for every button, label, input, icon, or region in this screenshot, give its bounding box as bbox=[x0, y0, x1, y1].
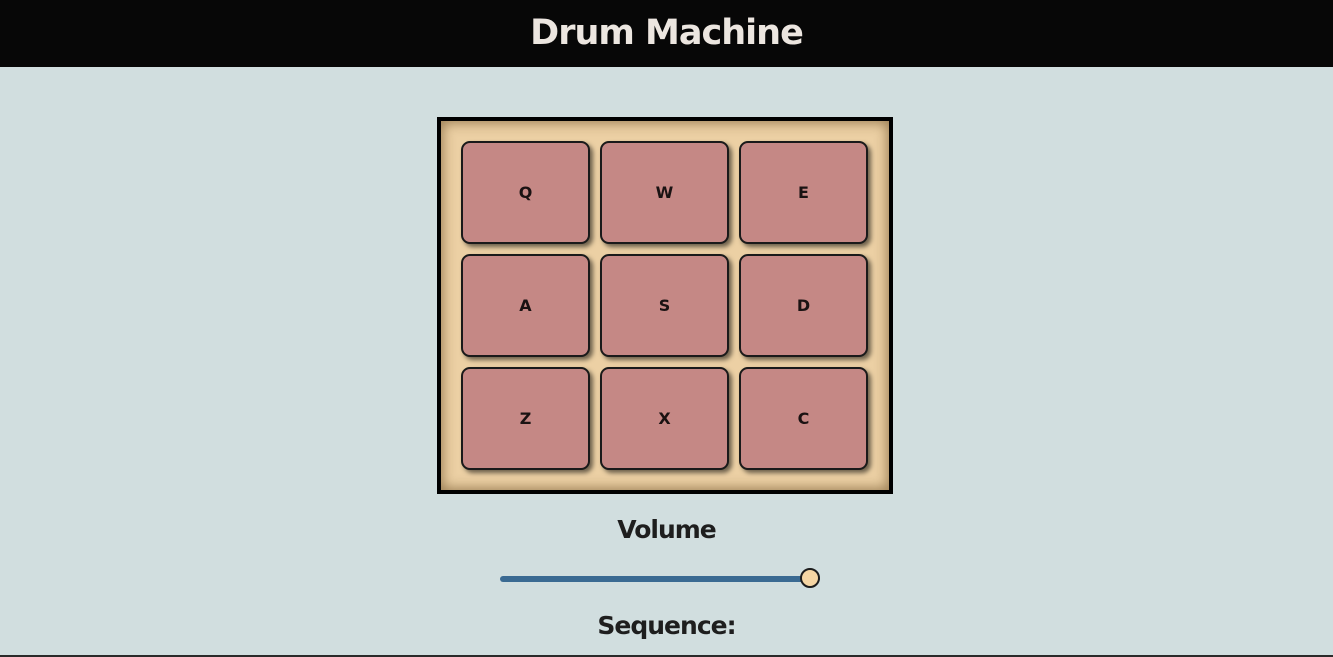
sequence-label: Sequence: bbox=[597, 611, 736, 640]
drum-pad-w[interactable]: W bbox=[600, 141, 729, 244]
app-header: Drum Machine bbox=[0, 0, 1333, 67]
drum-pad-z[interactable]: Z bbox=[461, 367, 590, 470]
drum-pad-c[interactable]: C bbox=[739, 367, 868, 470]
drum-pad-a[interactable]: A bbox=[461, 254, 590, 357]
drum-pad-q[interactable]: Q bbox=[461, 141, 590, 244]
volume-slider-thumb[interactable] bbox=[800, 568, 821, 588]
drum-pad-s[interactable]: S bbox=[600, 254, 729, 357]
app-title: Drum Machine bbox=[530, 12, 804, 53]
drum-pad-x[interactable]: X bbox=[600, 367, 729, 470]
drum-pad-grid: Q W E A S D Z X C bbox=[437, 117, 893, 494]
volume-slider-track[interactable] bbox=[500, 576, 820, 582]
drum-pad-e[interactable]: E bbox=[739, 141, 868, 244]
drum-pad-d[interactable]: D bbox=[739, 254, 868, 357]
volume-label: Volume bbox=[617, 515, 717, 544]
